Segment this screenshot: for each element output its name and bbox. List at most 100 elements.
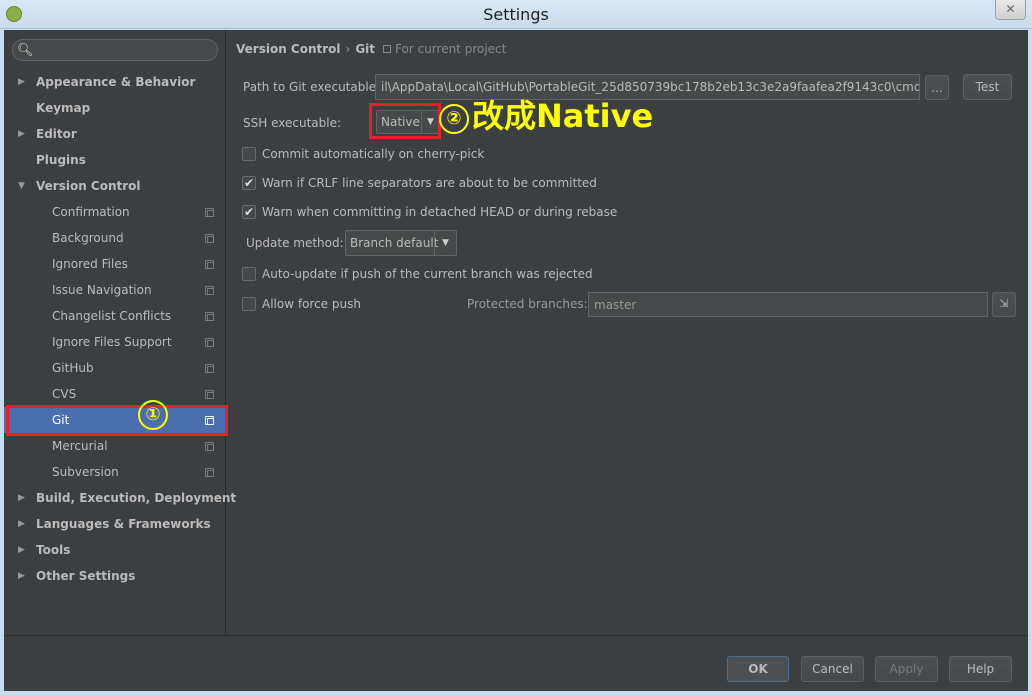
breadcrumb-current: Git (355, 42, 376, 56)
sidebar-item-label: Background (52, 231, 124, 245)
chevron-down-icon: ▼ (434, 231, 456, 255)
sidebar-item-label: Tools (36, 543, 71, 557)
sidebar-item-ignored-files[interactable]: Ignored Files (4, 251, 226, 277)
auto-update-checkbox[interactable] (242, 267, 256, 281)
expand-field-button[interactable]: ⇲ (992, 292, 1016, 317)
git-path-label: Path to Git executable: (243, 80, 381, 94)
sidebar-item-label: Plugins (36, 153, 86, 167)
warn-detached-checkbox[interactable]: ✔ (242, 205, 256, 219)
warn-crlf-label: Warn if CRLF line separators are about t… (262, 176, 597, 190)
breadcrumb: Version Control › Git For current project (236, 42, 506, 56)
help-button[interactable]: Help (949, 656, 1012, 682)
sidebar-item-ignore-files-support[interactable]: Ignore Files Support (4, 329, 226, 355)
commit-cherry-pick-label: Commit automatically on cherry-pick (262, 147, 485, 161)
warn-detached-label: Warn when committing in detached HEAD or… (262, 205, 618, 219)
sidebar-item-label: Appearance & Behavior (36, 75, 196, 89)
sidebar-item-languages-frameworks[interactable]: ▶ Languages & Frameworks (4, 511, 226, 537)
sidebar-item-label: GitHub (52, 361, 94, 375)
sidebar-item-label: CVS (52, 387, 77, 401)
sidebar-item-label: Issue Navigation (52, 283, 152, 297)
sidebar-item-label: Ignored Files (52, 257, 128, 271)
sidebar-item-label: Mercurial (52, 439, 108, 453)
sidebar-item-background[interactable]: Background (4, 225, 226, 251)
warn-crlf-checkbox[interactable]: ✔ (242, 176, 256, 190)
chevron-right-icon[interactable]: ▶ (18, 485, 25, 511)
sidebar-item-label: Confirmation (52, 205, 130, 219)
sidebar-item-label: Keymap (36, 101, 91, 115)
project-scope-label: For current project (395, 42, 507, 56)
annotation-number-two: ② (439, 104, 469, 134)
sidebar-item-label: Build, Execution, Deployment (36, 491, 237, 505)
search-icon: 🔍︎ (17, 43, 34, 58)
project-scope-icon (205, 468, 214, 477)
project-scope-icon (383, 45, 392, 53)
sidebar-item-tools[interactable]: ▶ Tools (4, 537, 226, 563)
project-scope-icon (205, 442, 214, 451)
cancel-button[interactable]: Cancel (801, 656, 864, 682)
sidebar-item-label: Changelist Conflicts (52, 309, 172, 323)
sidebar-item-confirmation[interactable]: Confirmation (4, 199, 226, 225)
project-scope-icon (205, 208, 214, 217)
ok-button[interactable]: OK (727, 656, 789, 682)
sidebar-item-editor[interactable]: ▶ Editor (4, 121, 226, 147)
allow-force-push-checkbox[interactable] (242, 297, 256, 311)
browse-button[interactable]: ... (925, 75, 949, 100)
breadcrumb-parent[interactable]: Version Control (236, 42, 341, 56)
sidebar-item-keymap[interactable]: Keymap (4, 95, 226, 121)
git-highlight-box (6, 405, 228, 436)
ssh-executable-label: SSH executable: (243, 116, 341, 130)
chevron-right-icon[interactable]: ▶ (18, 121, 25, 147)
sidebar-item-changelist-conflicts[interactable]: Changelist Conflicts (4, 303, 226, 329)
sidebar-item-other-settings[interactable]: ▶ Other Settings (4, 563, 226, 589)
search-input[interactable]: 🔍︎ (12, 39, 218, 61)
project-scope-icon (205, 338, 214, 347)
update-method-select[interactable]: Branch default ▼ (345, 230, 457, 256)
close-button[interactable]: ✕ (995, 0, 1026, 20)
check-icon: ✔ (243, 176, 255, 190)
sidebar-item-issue-navigation[interactable]: Issue Navigation (4, 277, 226, 303)
sidebar-item-label: Languages & Frameworks (36, 517, 211, 531)
project-scope-note: For current project (383, 42, 506, 56)
project-scope-icon (205, 234, 214, 243)
project-scope-icon (205, 390, 214, 399)
update-method-value: Branch default (350, 236, 439, 250)
apply-button[interactable]: Apply (875, 656, 938, 682)
chevron-right-icon[interactable]: ▶ (18, 537, 25, 563)
sidebar-item-label: Version Control (36, 179, 141, 193)
ssh-highlight-box (369, 103, 441, 139)
update-method-label: Update method: (246, 236, 344, 250)
git-settings-panel: Version Control › Git For current project P… (227, 30, 1028, 635)
sidebar-item-label: Subversion (52, 465, 119, 479)
settings-dialog: 🔍︎ ▶ Appearance & Behavior Keymap ▶ Editor Pl… (4, 30, 1028, 691)
chevron-right-icon[interactable]: ▶ (18, 511, 25, 537)
chevron-right-icon[interactable]: ▶ (18, 69, 25, 95)
sidebar-item-label: Ignore Files Support (52, 335, 172, 349)
dialog-button-bar: OK Cancel Apply Help (4, 635, 1028, 691)
project-scope-icon (205, 364, 214, 373)
project-scope-icon (205, 260, 214, 269)
protected-branches-input[interactable]: master (588, 292, 988, 317)
protected-branches-label: Protected branches: (467, 297, 588, 311)
chevron-down-icon[interactable]: ▼ (18, 173, 25, 199)
sidebar-item-github[interactable]: GitHub (4, 355, 226, 381)
annotation-text: 改成Native (472, 97, 654, 135)
sidebar-item-subversion[interactable]: Subversion (4, 459, 226, 485)
sidebar-item-mercurial[interactable]: Mercurial (4, 433, 226, 459)
check-icon: ✔ (243, 205, 255, 219)
test-button[interactable]: Test (963, 74, 1012, 100)
expand-icon: ⇲ (999, 297, 1009, 310)
title-bar: Settings ✕ (0, 0, 1032, 29)
commit-cherry-pick-checkbox[interactable] (242, 147, 256, 161)
sidebar-item-cvs[interactable]: CVS (4, 381, 226, 407)
sidebar-item-build-execution-deployment[interactable]: ▶ Build, Execution, Deployment (4, 485, 236, 511)
sidebar-item-appearance-behavior[interactable]: ▶ Appearance & Behavior (4, 69, 226, 95)
sidebar-item-label: Editor (36, 127, 77, 141)
project-scope-icon (205, 286, 214, 295)
sidebar-item-label: Other Settings (36, 569, 136, 583)
allow-force-push-label: Allow force push (262, 297, 361, 311)
sidebar-item-version-control[interactable]: ▼ Version Control (4, 173, 226, 199)
window-title: Settings (483, 5, 549, 24)
sidebar-item-plugins[interactable]: Plugins (4, 147, 226, 173)
annotation-number-one: ① (138, 400, 168, 430)
chevron-right-icon[interactable]: ▶ (18, 563, 25, 589)
